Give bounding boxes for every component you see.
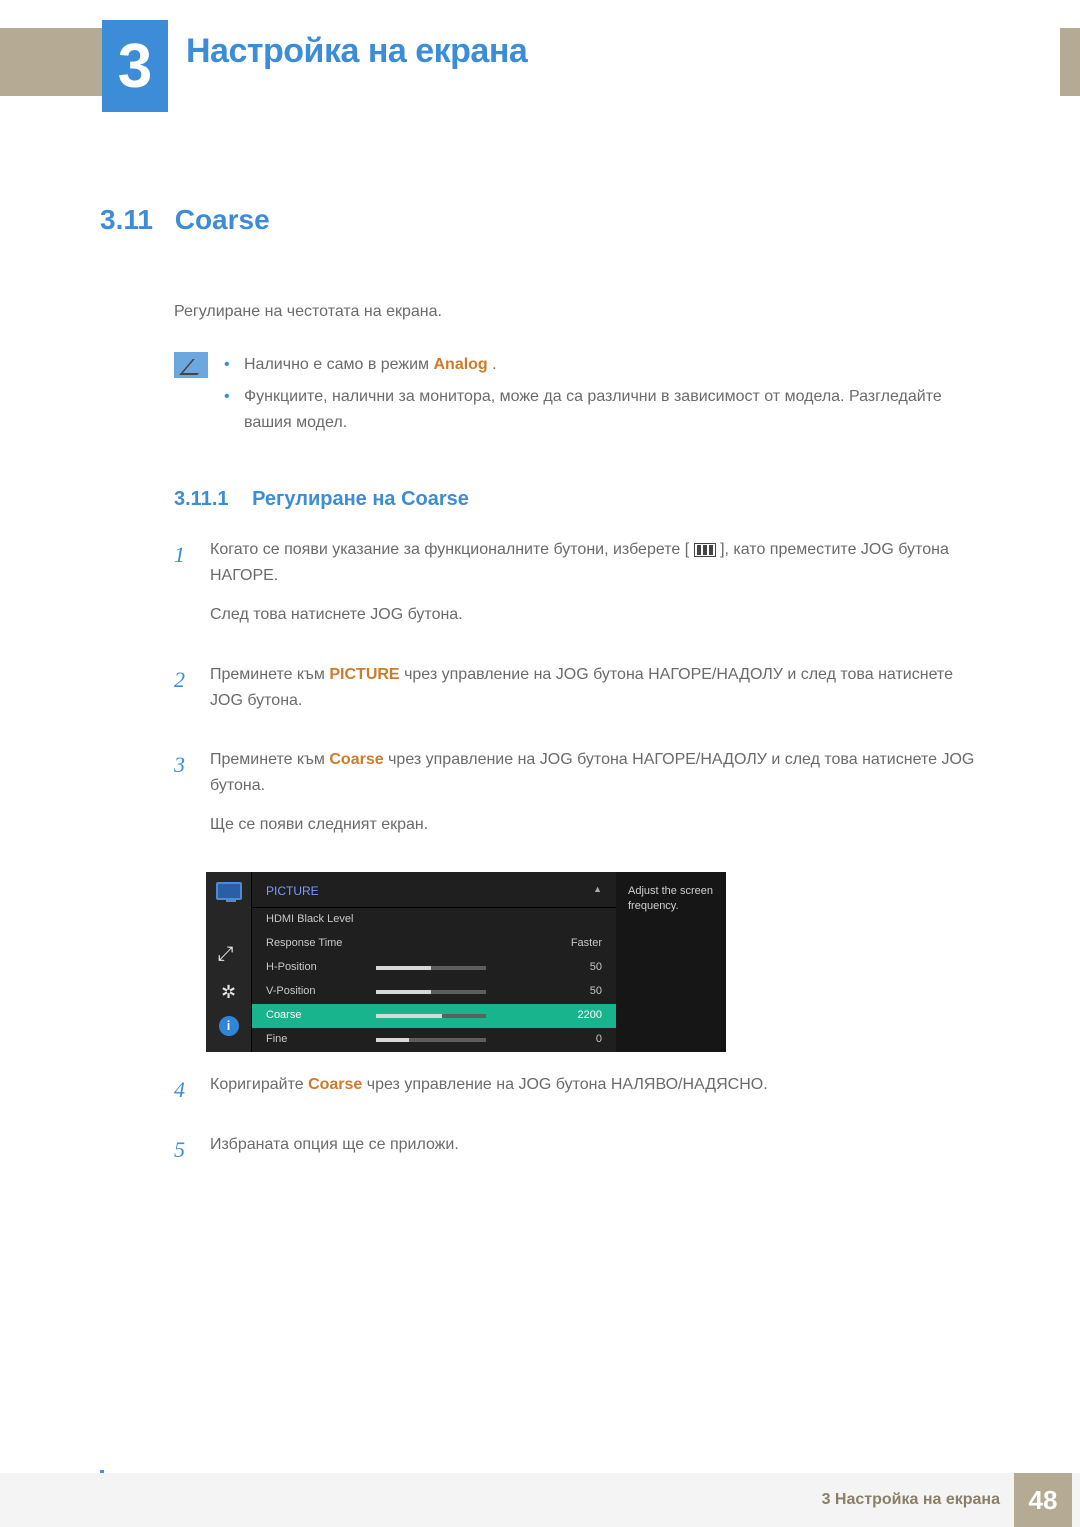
osd-row-value: 50 [556, 983, 602, 1001]
section-number: 3.11 [100, 204, 153, 235]
section-title: Coarse [175, 204, 270, 235]
step-3: 3 Преминете към Coarse чрез управление н… [174, 747, 980, 852]
osd-tooltip: Adjust the screen frequency. [616, 872, 726, 1052]
osd-row-label: Response Time [266, 935, 376, 953]
chapter-title: Настройка на екрана [186, 32, 527, 71]
subsection-number: 3.11.1 [174, 488, 229, 510]
osd-figure: ✲ i PICTURE ▲ HDMI Black Level Response T… [206, 872, 980, 1052]
section-heading: 3.11 Coarse [100, 198, 980, 243]
section-intro: Регулиране на честотата на екрана. [174, 299, 980, 325]
osd-main: PICTURE ▲ HDMI Black Level Response Time F… [252, 872, 616, 1052]
arrows-icon [218, 946, 240, 968]
subsection-heading: 3.11.1 Регулиране на Coarse [174, 483, 980, 515]
highlight-analog: Analog [433, 356, 487, 373]
note-item: Функциите, налични за монитора, може да … [224, 384, 980, 435]
osd-row-label: H-Position [266, 959, 376, 977]
osd-panel: ✲ i PICTURE ▲ HDMI Black Level Response T… [206, 872, 726, 1052]
step-2: 2 Преминете към PICTURE чрез управление … [174, 662, 980, 727]
chapter-number: 3 [102, 20, 168, 112]
step-1: 1 Когато се появи указание за функционал… [174, 537, 980, 642]
osd-row-v-position[interactable]: V-Position 50 [252, 980, 616, 1004]
osd-row-value: 0 [556, 1031, 602, 1049]
osd-row-value: Faster [556, 935, 602, 953]
osd-row-h-position[interactable]: H-Position 50 [252, 956, 616, 980]
osd-row-response-time[interactable]: Response Time Faster [252, 932, 616, 956]
osd-row-value: 50 [556, 959, 602, 977]
subsection-title: Регулиране на Coarse [252, 488, 469, 510]
gear-icon: ✲ [216, 982, 242, 1002]
note-list: Налично е само в режим Analog . Функциит… [224, 352, 980, 441]
osd-row-value: 2200 [556, 1007, 602, 1025]
tiles-icon [219, 914, 239, 932]
chevron-up-icon: ▲ [593, 882, 602, 901]
footer-label: 3 Настройка на екрана [822, 1491, 1000, 1509]
monitor-icon [216, 882, 242, 900]
content: 3.11 Coarse Регулиране на честотата на е… [100, 190, 980, 1191]
note-block: Налично е само в режим Analog . Функциит… [174, 352, 980, 441]
page-number: 48 [1014, 1473, 1072, 1527]
slider-track[interactable] [376, 1014, 486, 1018]
page-header: 3 Настройка на екрана [102, 20, 1060, 120]
osd-row-label: HDMI Black Level [266, 911, 376, 929]
slider-track[interactable] [376, 990, 486, 994]
note-item: Налично е само в режим Analog . [224, 352, 980, 378]
menu-icon [694, 543, 716, 557]
osd-row-label: V-Position [266, 983, 376, 1001]
osd-title: PICTURE ▲ [252, 872, 616, 908]
step-4: 4 Коригирайте Coarse чрез управление на … [174, 1072, 980, 1112]
osd-row-coarse[interactable]: Coarse 2200 [252, 1004, 616, 1028]
page-footer: 3 Настройка на екрана 48 [0, 1473, 1080, 1527]
osd-row-label: Coarse [266, 1007, 376, 1025]
osd-row-hdmi-black-level[interactable]: HDMI Black Level [252, 908, 616, 932]
osd-row-fine[interactable]: Fine 0 [252, 1028, 616, 1052]
slider-track[interactable] [376, 1038, 486, 1042]
steps-list-cont: 4 Коригирайте Coarse чрез управление на … [174, 1072, 980, 1171]
highlight-coarse: Coarse [308, 1076, 362, 1093]
highlight-picture: PICTURE [329, 666, 399, 683]
steps-list: 1 Когато се появи указание за функционал… [174, 537, 980, 852]
osd-row-label: Fine [266, 1031, 376, 1049]
slider-track[interactable] [376, 966, 486, 970]
highlight-coarse: Coarse [329, 751, 383, 768]
info-icon: i [219, 1016, 239, 1036]
step-5: 5 Избраната опция ще се приложи. [174, 1132, 980, 1172]
osd-sidebar: ✲ i [206, 872, 252, 1052]
note-icon [174, 352, 208, 378]
